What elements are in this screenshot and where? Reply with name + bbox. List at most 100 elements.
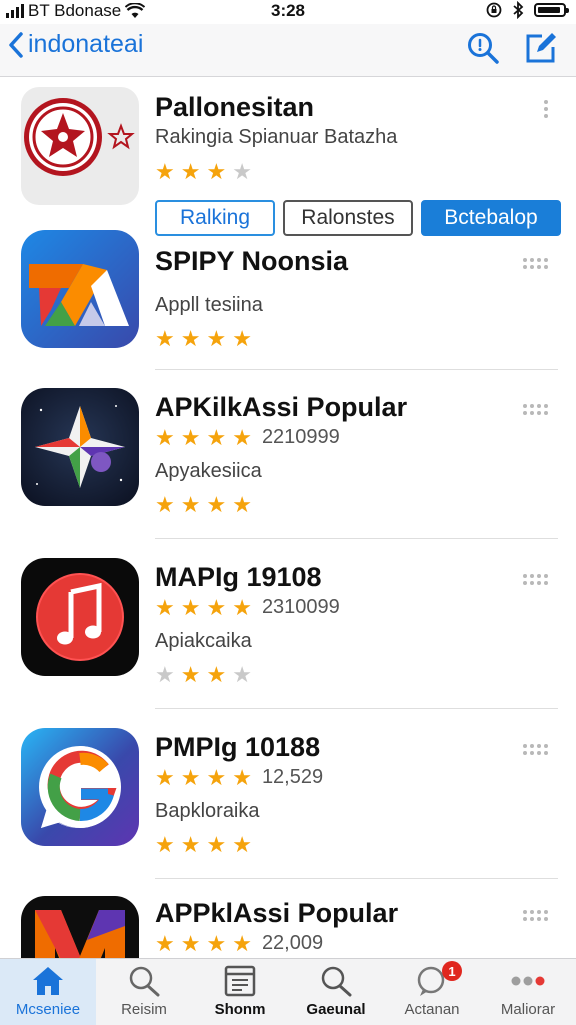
star-icon: ★ <box>180 326 201 351</box>
tab-actanan[interactable]: 1 Actanan <box>384 959 480 1025</box>
app-subtitle: Apyakesiica <box>155 460 262 482</box>
more-options-icon[interactable] <box>523 910 548 921</box>
star-icon: ★ <box>206 832 227 857</box>
app-title: APPklAssi Popular <box>155 898 399 928</box>
list-item[interactable]: APKilkAssi Popular ★ ★ ★ ★ 2210999 Apyakesi… <box>0 376 576 542</box>
tab-gaeunal[interactable]: Gaeunal <box>288 959 384 1025</box>
rating-stars: ★ ★ ★ ★ <box>155 328 252 350</box>
star-icon: ★ <box>155 326 175 351</box>
search-button[interactable] <box>466 31 500 70</box>
divider <box>155 538 558 539</box>
star-icon: ★ <box>232 326 252 351</box>
status-bar: BT Bdonase 3:28 <box>0 0 576 24</box>
back-label: indonateai <box>28 30 144 58</box>
star-icon: ★ <box>206 930 227 956</box>
star-icon: ★ <box>206 492 227 517</box>
divider <box>155 878 558 879</box>
app-title: APKilkAssi Popular <box>155 392 408 422</box>
rotation-lock-icon <box>486 2 502 18</box>
notification-badge: 1 <box>442 961 462 981</box>
tab-label: Actanan <box>404 1001 460 1018</box>
rating-count: 22,009 <box>261 932 324 954</box>
star-icon: ★ <box>232 492 252 517</box>
star-icon: ★ <box>232 594 252 620</box>
star-icon: ★ <box>155 930 175 956</box>
list-item[interactable]: APPklAssi Popular ★ ★ ★ ★ 22,009 <box>0 886 576 958</box>
battery-icon <box>534 3 569 17</box>
star-icon: ★ <box>232 832 252 857</box>
star-icon: ★ <box>155 424 175 450</box>
star-icon: ★ <box>206 662 227 687</box>
more-options-icon[interactable] <box>523 744 548 755</box>
more-options-icon[interactable] <box>523 404 548 415</box>
app-list: Pallonesitan Rakingia Spianuar Batazha ★… <box>0 76 576 958</box>
app-title: MAPIg 19108 <box>155 562 322 592</box>
more-options-icon[interactable] <box>544 100 548 118</box>
star-icon: ★ <box>180 662 201 687</box>
list-item[interactable]: SPIPY Noonsia Appll tesiina ★ ★ ★ ★ <box>0 226 576 370</box>
rating-stars-secondary: ★ ★ ★ ★ <box>155 494 252 516</box>
rating-stars: ★ ★ ★ ★ 2210999 <box>155 426 340 449</box>
divider <box>155 708 558 709</box>
star-icon: ★ <box>206 159 227 184</box>
rating-count: 2310099 <box>261 596 340 618</box>
star-icon: ★ <box>180 159 201 184</box>
home-icon <box>33 967 63 995</box>
app-subtitle: Appll tesiina <box>155 294 263 316</box>
tab-label: Maliorar <box>500 1001 556 1018</box>
sparkle-star-icon <box>21 388 139 506</box>
rating-stars: ★ ★ ★ ★ 12,529 <box>155 766 323 789</box>
red-seal-icon <box>21 87 139 205</box>
tab-shonm[interactable]: Shonm <box>192 959 288 1025</box>
star-icon: ★ <box>180 832 201 857</box>
tab-maliorar[interactable]: Maliorar <box>480 959 576 1025</box>
star-empty-icon: ★ <box>232 159 252 184</box>
star-icon: ★ <box>206 594 227 620</box>
tab-label: Mcseniee <box>15 1001 81 1018</box>
rating-count: 12,529 <box>261 766 324 788</box>
chevron-left-icon <box>9 31 23 58</box>
app-title: PMPIg 10188 <box>155 732 321 762</box>
nav-actions <box>466 31 558 70</box>
star-icon: ★ <box>232 424 252 450</box>
m-logo-icon <box>21 896 139 958</box>
more-options-icon[interactable] <box>523 258 548 269</box>
star-icon: ★ <box>232 764 252 790</box>
rating-stars: ★ ★ ★ ★ 22,009 <box>155 932 323 955</box>
star-icon: ★ <box>206 764 227 790</box>
star-empty-icon: ★ <box>155 662 175 687</box>
more-options-icon[interactable] <box>523 574 548 585</box>
star-icon: ★ <box>155 594 175 620</box>
tab-reisim[interactable]: Reisim <box>96 959 192 1025</box>
app-subtitle: Rakingia Spianuar Batazha <box>155 126 398 148</box>
tab-mcseniee[interactable]: Mcseniee <box>0 959 96 1025</box>
navigation-bar: indonateai <box>0 24 576 77</box>
star-icon: ★ <box>180 594 201 620</box>
tab-label: Shonm <box>214 1001 266 1018</box>
tab-label: Reisim <box>121 1001 167 1018</box>
music-note-icon <box>21 558 139 676</box>
back-button[interactable]: indonateai <box>8 30 143 59</box>
list-item[interactable]: MAPIg 19108 ★ ★ ★ ★ 2310099 Apiakcaika ★ ★ ★ ★ <box>0 546 576 712</box>
star-icon: ★ <box>232 930 252 956</box>
compose-button[interactable] <box>524 31 558 70</box>
search-icon <box>321 966 352 997</box>
window-icon <box>224 965 256 997</box>
app-subtitle: Bapkloraika <box>155 800 260 822</box>
rating-count: 2210999 <box>261 426 340 448</box>
app-title: Pallonesitan <box>155 92 315 122</box>
app-title: SPIPY Noonsia <box>155 246 349 276</box>
status-right <box>486 1 569 19</box>
compose-icon <box>526 33 556 63</box>
star-icon: ★ <box>155 764 175 790</box>
search-icon <box>468 33 499 64</box>
app-subtitle: Apiakcaika <box>155 630 252 652</box>
star-icon: ★ <box>206 424 227 450</box>
star-icon: ★ <box>155 159 175 184</box>
list-item[interactable]: PMPIg 10188 ★ ★ ★ ★ 12,529 Bapkloraika ★ ★ ★ ★ <box>0 716 576 882</box>
rating-stars-secondary: ★ ★ ★ ★ <box>155 664 252 686</box>
star-icon: ★ <box>180 492 201 517</box>
more-dots-icon <box>511 976 545 986</box>
star-icon: ★ <box>155 492 175 517</box>
star-icon: ★ <box>180 930 201 956</box>
